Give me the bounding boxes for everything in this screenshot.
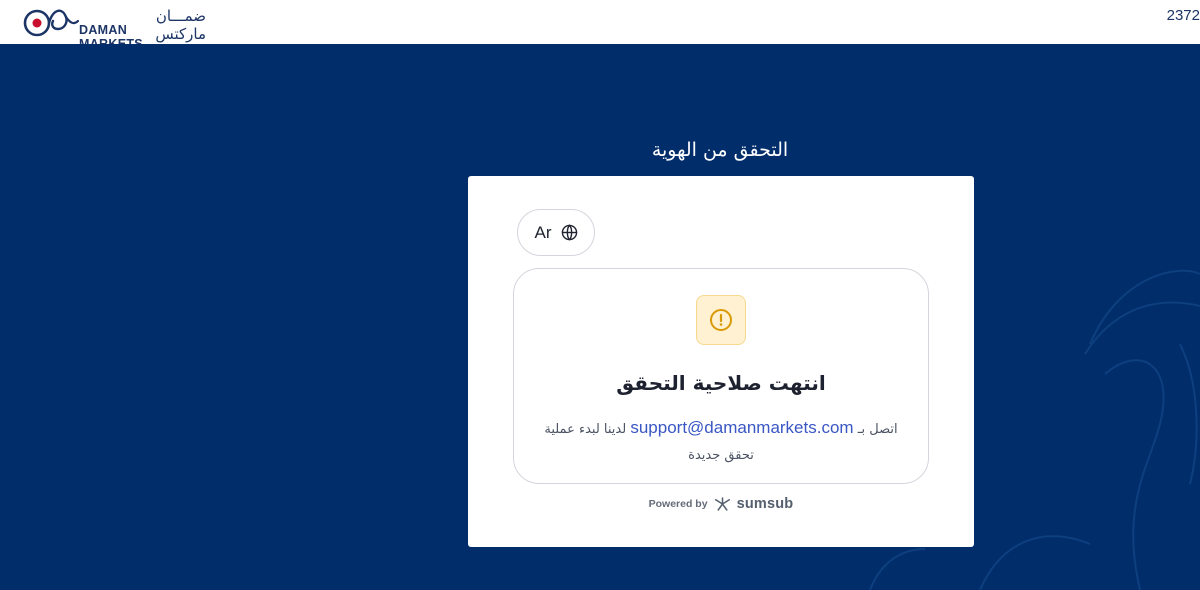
language-label: Ar <box>534 222 552 242</box>
status-title: انتهت صلاحية التحقق <box>616 371 826 395</box>
warning-icon <box>710 309 732 331</box>
support-email-link[interactable]: support@damanmarkets.com <box>630 418 853 437</box>
main-area: التحقق من الهوية Ar انتهت صلاحية التحقق … <box>0 44 1200 590</box>
powered-by-footer[interactable]: Powered by sumsub <box>468 496 974 512</box>
verification-card: Ar انتهت صلاحية التحقق اتصل بـ support@d… <box>468 176 974 547</box>
daman-logo-mark-icon <box>23 9 80 37</box>
daman-markets-logo[interactable]: ضمـــان ماركتس DAMAN MARKETS <box>22 3 205 51</box>
globe-icon <box>561 224 577 241</box>
status-message-before: اتصل بـ <box>857 422 898 437</box>
warning-tile <box>696 295 746 345</box>
sumsub-brand-text: sumsub <box>736 496 794 512</box>
language-selector-button[interactable]: Ar <box>517 209 595 256</box>
sumsub-logo-icon <box>714 497 730 511</box>
status-panel: انتهت صلاحية التحقق اتصل بـ support@dama… <box>513 268 929 484</box>
powered-by-label: Powered by <box>648 498 708 510</box>
status-message: اتصل بـ support@damanmarkets.com لدينا ل… <box>544 415 898 469</box>
top-bar: ضمـــان ماركتس DAMAN MARKETS 2372 <box>0 0 1200 51</box>
top-right-number: 2372 <box>1166 7 1200 24</box>
page-title: التحقق من الهوية <box>651 139 789 161</box>
